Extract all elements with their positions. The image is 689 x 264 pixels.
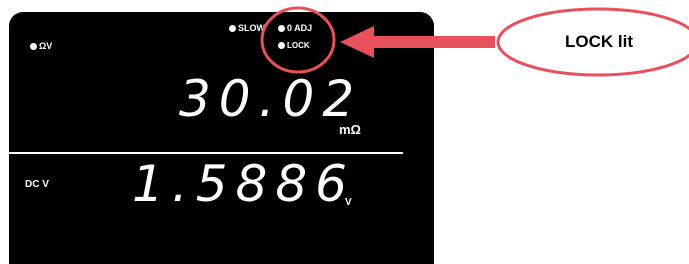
arrow-icon (340, 26, 495, 58)
callout-label: LOCK lit (565, 32, 633, 51)
lock-highlight-circle (260, 6, 336, 74)
